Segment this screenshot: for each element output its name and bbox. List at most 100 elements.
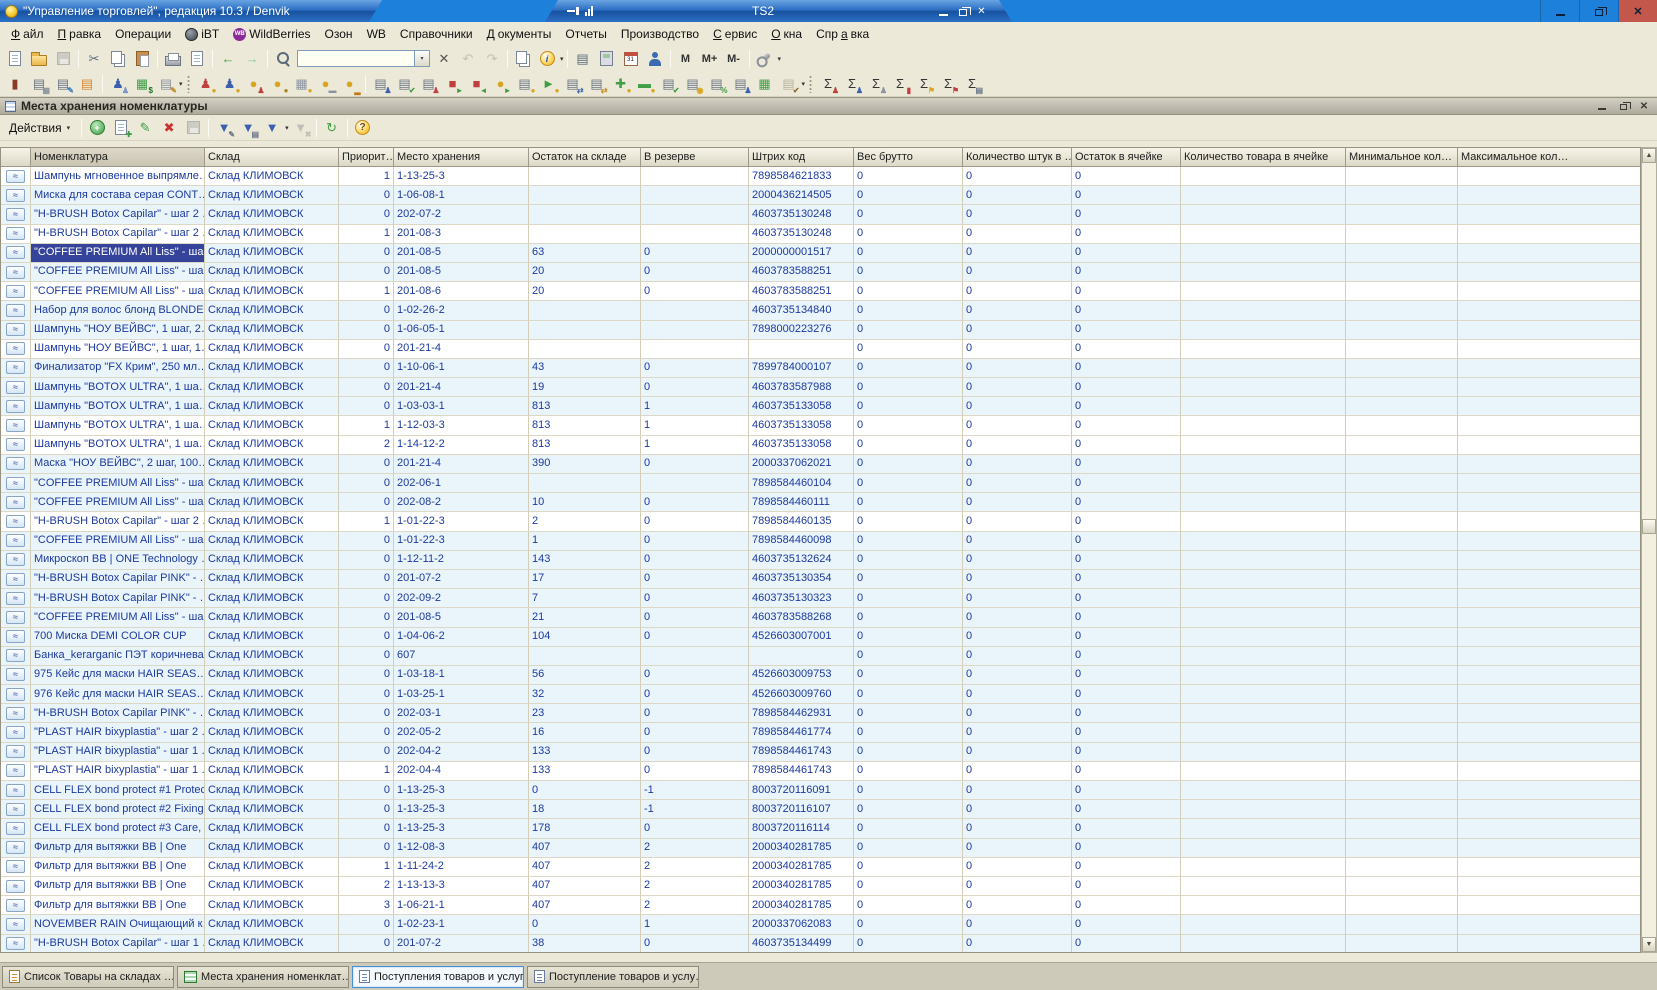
item-picture-icon[interactable]: ≈ (6, 841, 25, 854)
menu-service[interactable]: Сервис (706, 24, 764, 44)
item-picture-icon[interactable]: ≈ (6, 880, 25, 893)
child-restore-button[interactable] (1615, 99, 1631, 113)
table-row[interactable]: ≈"H-BRUSH Botox Capilar" - шаг 2 …Склад … (1, 225, 1640, 244)
item-picture-icon[interactable]: ≈ (6, 573, 25, 586)
column-header-barcode[interactable]: Штрих код (749, 148, 854, 167)
menu-wildberries[interactable]: WBWildBerries (226, 24, 317, 44)
coins-stack-icon[interactable]: ●● (267, 74, 289, 94)
doc-exchange-icon[interactable]: ▤⇄ (586, 74, 608, 94)
coins-in-icon[interactable]: ●► (490, 74, 512, 94)
table-row[interactable]: ≈Фильтр для вытяжки BB | OneСклад КЛИМОВ… (1, 839, 1640, 858)
menu-documents[interactable]: Документы (480, 24, 559, 44)
coins-flow-icon[interactable]: ●▂ (339, 74, 361, 94)
item-picture-icon[interactable]: ≈ (6, 822, 25, 835)
table-row[interactable]: ≈Шампунь "BOTOX ULTRA", 1 ша…Склад КЛИМО… (1, 436, 1640, 455)
order-confirm-icon[interactable]: ▤✔ (394, 74, 416, 94)
column-header-reserve[interactable]: В резерве (641, 148, 749, 167)
item-picture-icon[interactable]: ≈ (6, 899, 25, 912)
search-input[interactable] (297, 50, 415, 67)
close-button[interactable]: ✕ (1618, 0, 1657, 22)
report-chart-icon[interactable]: Σ▮ (889, 74, 911, 94)
table-row[interactable]: ≈CELL FLEX bond protect #1 Protec…Склад … (1, 781, 1640, 800)
filter-history-icon[interactable]: ▼ (261, 118, 283, 138)
table-row[interactable]: ≈Фильтр для вытяжки BB | OneСклад КЛИМОВ… (1, 877, 1640, 896)
report-flag-red-icon[interactable]: Σ⚑ (937, 74, 959, 94)
menu-operations[interactable]: Операции (108, 24, 178, 44)
item-picture-icon[interactable]: ≈ (6, 419, 25, 432)
print-registry-icon[interactable]: ▤▦ (28, 74, 50, 94)
item-picture-icon[interactable]: ≈ (6, 304, 25, 317)
user-settings-icon[interactable] (644, 49, 666, 69)
item-picture-icon[interactable]: ≈ (6, 496, 25, 509)
order-person-icon[interactable]: ▤♟ (370, 74, 392, 94)
table-row[interactable]: ≈"H-BRUSH Botox Capilar" - шаг 2 …Склад … (1, 512, 1640, 531)
menu-references[interactable]: Справочники (393, 24, 480, 44)
menu-wb[interactable]: WB (360, 24, 393, 44)
item-picture-icon[interactable]: ≈ (6, 285, 25, 298)
windows-stack-icon[interactable] (512, 49, 534, 69)
chevron-down-icon[interactable]: ▾ (179, 80, 183, 88)
m-minus-button[interactable]: M- (723, 49, 745, 69)
item-picture-icon[interactable]: ≈ (6, 860, 25, 873)
paste-icon[interactable] (131, 49, 153, 69)
rdp-close-button[interactable]: ✕ (973, 3, 990, 19)
table-row[interactable]: ≈"PLAST HAIR bixyplastia" - шаг 2 …Склад… (1, 723, 1640, 742)
column-header-cellrem[interactable]: Остаток в ячейке (1072, 148, 1181, 167)
table-row[interactable]: ≈"H-BRUSH Botox Capilar" - шаг 1 …Склад … (1, 935, 1640, 954)
service-settings-icon[interactable] (754, 49, 776, 69)
item-picture-icon[interactable]: ≈ (6, 208, 25, 221)
item-picture-icon[interactable]: ≈ (6, 361, 25, 374)
menu-ozon[interactable]: Озон (318, 24, 360, 44)
column-header-name[interactable]: Номенклатура (31, 148, 205, 167)
print-icon[interactable] (162, 49, 184, 69)
table-row[interactable]: ≈Шампунь "НОУ ВЕЙВС", 1 шаг, 1…Склад КЛИ… (1, 340, 1640, 359)
column-header-sklad[interactable]: Склад (205, 148, 339, 167)
info-icon[interactable]: i (536, 49, 558, 69)
menu-reports[interactable]: Отчеты (558, 24, 613, 44)
rdp-minimize-button[interactable] (935, 3, 952, 19)
doc-person-icon[interactable]: ▤♟ (730, 74, 752, 94)
calculator-icon[interactable] (596, 49, 618, 69)
table-row[interactable]: ≈Маска "НОУ ВЕЙВС", 2 шаг, 100…Склад КЛИ… (1, 455, 1640, 474)
filter-set-icon[interactable]: ▼✎ (213, 118, 235, 138)
menu-help[interactable]: Справка (809, 24, 876, 44)
table-row[interactable]: ≈"H-BRUSH Botox Capilar" - шаг 2 …Склад … (1, 205, 1640, 224)
money-table-icon[interactable]: ▦$ (131, 74, 153, 94)
item-picture-icon[interactable]: ≈ (6, 477, 25, 490)
tab-storage-places[interactable]: Места хранения номенклат… (177, 966, 349, 988)
column-header-minq[interactable]: Минимальное кол… (1346, 148, 1458, 167)
column-header-stock[interactable]: Остаток на складе (529, 148, 641, 167)
table-row[interactable]: ≈Шампунь "BOTOX ULTRA", 1 ша…Склад КЛИМО… (1, 397, 1640, 416)
print-orange-icon[interactable]: ▤ (76, 74, 98, 94)
report-flag-icon[interactable]: Σ⚑ (913, 74, 935, 94)
item-picture-icon[interactable]: ≈ (6, 764, 25, 777)
menu-production[interactable]: Производство (614, 24, 706, 44)
item-picture-icon[interactable]: ≈ (6, 803, 25, 816)
table-row[interactable]: ≈"COFFEE PREMIUM All Liss" - шаг…Склад К… (1, 263, 1640, 282)
column-header-place[interactable]: Место хранения (394, 148, 529, 167)
m-button[interactable]: M (675, 49, 697, 69)
table-row[interactable]: ≈"COFFEE PREMIUM All Liss" - шаг…Склад К… (1, 532, 1640, 551)
clear-search-icon[interactable]: ✕ (433, 49, 455, 69)
item-picture-icon[interactable]: ≈ (6, 400, 25, 413)
item-picture-icon[interactable]: ≈ (6, 553, 25, 566)
pin-icon[interactable] (567, 7, 579, 15)
table-row[interactable]: ≈"H-BRUSH Botox Capilar PINK" - …Склад К… (1, 589, 1640, 608)
item-picture-icon[interactable]: ≈ (6, 745, 25, 758)
table-row[interactable]: ≈"COFFEE PREMIUM All Liss" - шаг…Склад К… (1, 244, 1640, 263)
tab-goods-on-stocks[interactable]: Список Товары на складах … (2, 966, 174, 988)
table-row[interactable]: ≈"PLAST HAIR bixyplastia" - шаг 1 …Склад… (1, 743, 1640, 762)
item-picture-icon[interactable]: ≈ (6, 726, 25, 739)
item-picture-icon[interactable]: ≈ (6, 381, 25, 394)
column-header-icon[interactable] (1, 148, 31, 167)
menu-windows[interactable]: Окна (764, 24, 809, 44)
table-row[interactable]: ≈"H-BRUSH Botox Capilar PINK" - …Склад К… (1, 570, 1640, 589)
column-header-gross[interactable]: Вес брутто (854, 148, 963, 167)
doc-approve-icon[interactable]: ▤✔ (658, 74, 680, 94)
item-picture-icon[interactable]: ≈ (6, 438, 25, 451)
rdp-restore-button[interactable] (954, 3, 971, 19)
table-row[interactable]: ≈CELL FLEX bond protect #2 Fixing,…Склад… (1, 800, 1640, 819)
scroll-down-button[interactable]: ▼ (1642, 937, 1656, 952)
actions-button[interactable]: Действия▾ (3, 119, 76, 137)
values-list-icon[interactable]: ▤ (572, 49, 594, 69)
